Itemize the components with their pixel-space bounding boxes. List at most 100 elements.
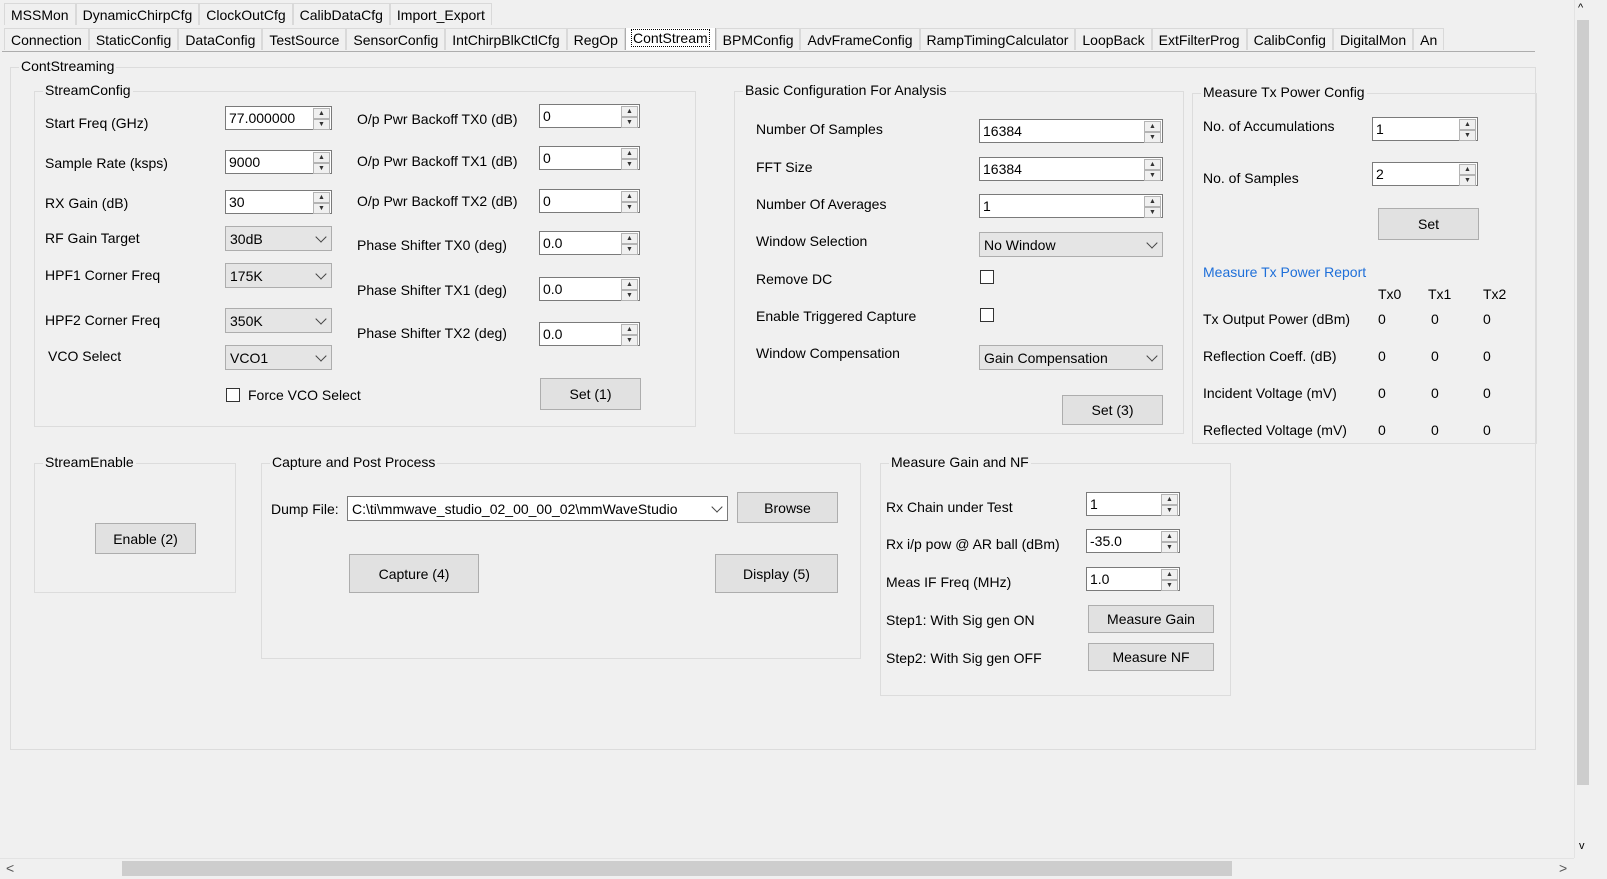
rx-pow-spinner[interactable]: ▲ ▼ (1161, 531, 1178, 553)
num-samples-input[interactable]: 16384 ▲ ▼ (979, 119, 1163, 143)
num-averages-input[interactable]: 1 ▲ ▼ (979, 194, 1163, 218)
spin-down-icon[interactable]: ▼ (1144, 207, 1161, 218)
triggered-capture-checkbox[interactable] (980, 308, 994, 322)
rf-gain-target-select[interactable]: 30dB (225, 226, 332, 251)
tab-an[interactable]: An (1413, 28, 1445, 50)
num-averages-spinner[interactable]: ▲ ▼ (1144, 196, 1161, 218)
rx-chain-input[interactable]: 1 ▲ ▼ (1086, 492, 1180, 516)
rx-gain-spinner[interactable]: ▲ ▼ (313, 192, 330, 214)
tab-dynamicchirpcfg[interactable]: DynamicChirpCfg (75, 3, 200, 25)
spin-down-icon[interactable]: ▼ (1161, 580, 1178, 591)
tab-import-export[interactable]: Import_Export (389, 3, 492, 25)
tab-bpmconfig[interactable]: BPMConfig (715, 28, 801, 50)
capture-4-button[interactable]: Capture (4) (349, 554, 479, 593)
spin-down-icon[interactable]: ▼ (621, 202, 638, 213)
phase-tx2-spinner[interactable]: ▲ ▼ (621, 324, 638, 346)
tab-extfilterprog[interactable]: ExtFilterProg (1151, 28, 1247, 50)
phase-tx1-spinner[interactable]: ▲ ▼ (621, 279, 638, 301)
tab-advframeconfig[interactable]: AdvFrameConfig (800, 28, 920, 50)
tab-connection[interactable]: Connection (4, 28, 89, 50)
spin-up-icon[interactable]: ▲ (313, 108, 330, 119)
num-samples-spinner[interactable]: ▲ ▼ (1144, 121, 1161, 143)
phase-tx0-spinner[interactable]: ▲ ▼ (621, 233, 638, 255)
spin-up-icon[interactable]: ▲ (621, 148, 638, 159)
measure-gain-button[interactable]: Measure Gain (1088, 605, 1214, 633)
tx-samples-spinner[interactable]: ▲ ▼ (1459, 164, 1476, 186)
tab-contstream[interactable]: ContStream (624, 28, 716, 50)
tab-intchirpblkctlcfg[interactable]: IntChirpBlkCtlCfg (445, 28, 567, 50)
backoff-tx0-spinner[interactable]: ▲ ▼ (621, 106, 638, 128)
spin-down-icon[interactable]: ▼ (621, 117, 638, 128)
backoff-tx2-input[interactable]: 0 ▲ ▼ (539, 189, 640, 213)
rx-pow-input[interactable]: -35.0 ▲ ▼ (1086, 529, 1180, 553)
backoff-tx1-input[interactable]: 0 ▲ ▼ (539, 146, 640, 170)
start-freq-spinner[interactable]: ▲ ▼ (313, 108, 330, 130)
backoff-tx1-spinner[interactable]: ▲ ▼ (621, 148, 638, 170)
sample-rate-input[interactable]: 9000 ▲ ▼ (225, 150, 332, 174)
spin-up-icon[interactable]: ▲ (1144, 196, 1161, 207)
spin-down-icon[interactable]: ▼ (1161, 505, 1178, 516)
horizontal-scroll-thumb[interactable] (122, 861, 1232, 876)
dump-file-combo[interactable]: C:\ti\mmwave_studio_02_00_00_02\mmWaveSt… (347, 496, 728, 521)
tab-testsource[interactable]: TestSource (262, 28, 347, 50)
spin-up-icon[interactable]: ▲ (621, 233, 638, 244)
accumulations-spinner[interactable]: ▲ ▼ (1459, 119, 1476, 141)
measure-nf-button[interactable]: Measure NF (1088, 643, 1214, 671)
spin-up-icon[interactable]: ▲ (1161, 494, 1178, 505)
force-vco-checkbox[interactable] (226, 388, 240, 402)
browse-button[interactable]: Browse (737, 492, 838, 523)
scroll-right-icon[interactable]: > (1559, 860, 1567, 876)
start-freq-input[interactable]: 77.000000 ▲ ▼ (225, 106, 332, 130)
tab-regop[interactable]: RegOp (566, 28, 625, 50)
remove-dc-checkbox[interactable] (980, 270, 994, 284)
tx-samples-input[interactable]: 2 ▲ ▼ (1372, 162, 1478, 186)
spin-down-icon[interactable]: ▼ (621, 159, 638, 170)
spin-up-icon[interactable]: ▲ (1459, 119, 1476, 130)
phase-tx2-input[interactable]: 0.0 ▲ ▼ (539, 322, 640, 346)
rx-chain-spinner[interactable]: ▲ ▼ (1161, 494, 1178, 516)
spin-up-icon[interactable]: ▲ (1161, 531, 1178, 542)
tab-sensorconfig[interactable]: SensorConfig (346, 28, 446, 50)
vertical-scroll-thumb[interactable] (1577, 20, 1589, 785)
tab-digitalmon[interactable]: DigitalMon (1332, 28, 1414, 50)
phase-tx0-input[interactable]: 0.0 ▲ ▼ (539, 231, 640, 255)
sample-rate-spinner[interactable]: ▲ ▼ (313, 152, 330, 174)
vco-select[interactable]: VCO1 (225, 345, 332, 370)
horizontal-scrollbar[interactable]: < > (0, 858, 1574, 879)
spin-up-icon[interactable]: ▲ (621, 191, 638, 202)
spin-down-icon[interactable]: ▼ (621, 290, 638, 301)
set-1-button[interactable]: Set (1) (540, 378, 641, 410)
spin-up-icon[interactable]: ▲ (313, 152, 330, 163)
tx-power-set-button[interactable]: Set (1378, 208, 1479, 240)
spin-down-icon[interactable]: ▼ (313, 119, 330, 130)
scroll-up-icon[interactable]: ^ (1578, 2, 1583, 14)
tab-calibdatacfg[interactable]: CalibDataCfg (292, 3, 390, 25)
hpf1-select[interactable]: 175K (225, 263, 332, 288)
accumulations-input[interactable]: 1 ▲ ▼ (1372, 117, 1478, 141)
tab-dataconfig[interactable]: DataConfig (178, 28, 263, 50)
fft-size-spinner[interactable]: ▲ ▼ (1144, 159, 1161, 181)
vertical-scrollbar[interactable]: ^ v (1574, 0, 1592, 858)
spin-down-icon[interactable]: ▼ (1459, 130, 1476, 141)
tab-mssmon[interactable]: MSSMon (4, 3, 76, 25)
meas-if-input[interactable]: 1.0 ▲ ▼ (1086, 567, 1180, 591)
spin-up-icon[interactable]: ▲ (1144, 159, 1161, 170)
hpf2-select[interactable]: 350K (225, 308, 332, 333)
tab-loopback[interactable]: LoopBack (1075, 28, 1152, 50)
tab-calibconfig[interactable]: CalibConfig (1246, 28, 1333, 50)
tab-clockoutcfg[interactable]: ClockOutCfg (199, 3, 293, 25)
spin-down-icon[interactable]: ▼ (313, 203, 330, 214)
spin-up-icon[interactable]: ▲ (313, 192, 330, 203)
tab-ramptimingcalculator[interactable]: RampTimingCalculator (919, 28, 1076, 50)
rx-gain-input[interactable]: 30 ▲ ▼ (225, 190, 332, 214)
spin-down-icon[interactable]: ▼ (1144, 170, 1161, 181)
spin-down-icon[interactable]: ▼ (621, 335, 638, 346)
spin-up-icon[interactable]: ▲ (1161, 569, 1178, 580)
spin-up-icon[interactable]: ▲ (621, 279, 638, 290)
window-compensation-select[interactable]: Gain Compensation (979, 345, 1163, 370)
fft-size-input[interactable]: 16384 ▲ ▼ (979, 157, 1163, 181)
spin-up-icon[interactable]: ▲ (1459, 164, 1476, 175)
set-3-button[interactable]: Set (3) (1062, 395, 1163, 425)
spin-down-icon[interactable]: ▼ (1161, 542, 1178, 553)
spin-down-icon[interactable]: ▼ (621, 244, 638, 255)
